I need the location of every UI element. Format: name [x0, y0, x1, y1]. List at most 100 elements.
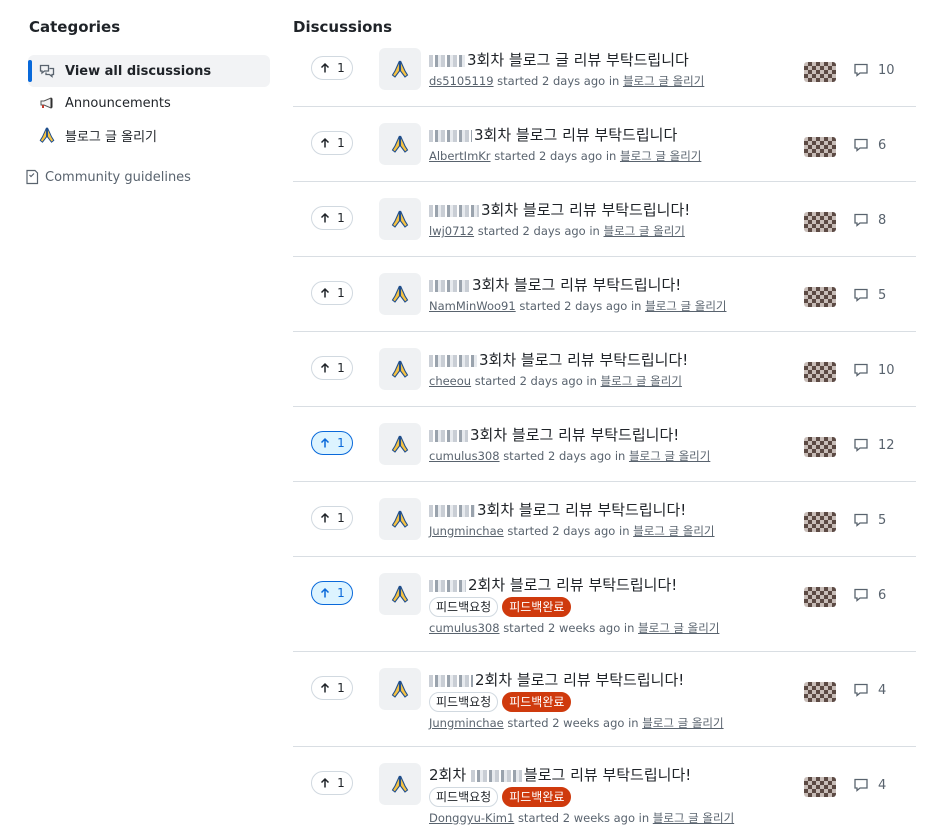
- community-guidelines-link[interactable]: Community guidelines: [24, 166, 191, 188]
- category-emoji: [379, 198, 421, 240]
- started-text: started: [494, 149, 536, 163]
- category-link[interactable]: 블로그 글 올리기: [642, 716, 723, 730]
- discussion-title-link[interactable]: 3회차 블로그 리뷰 부탁드립니다!: [429, 425, 789, 445]
- author-link[interactable]: ds5105119: [429, 74, 494, 88]
- discussion-row: 1 3회차 블로그 글 리뷰 부탁드립니다 ds5105119 started …: [293, 32, 916, 107]
- discussion-meta: Jungminchae started 2 weeks ago in 블로그 글…: [429, 714, 789, 732]
- arrow-up-icon: [321, 287, 330, 298]
- arrow-up-icon: [321, 62, 330, 73]
- comment-icon: [854, 363, 868, 377]
- upvote-button[interactable]: 1: [311, 281, 353, 305]
- discussion-title-link[interactable]: 3회차 블로그 리뷰 부탁드립니다!: [429, 500, 789, 520]
- sidebar-item-announcements[interactable]: Announcements: [28, 87, 270, 119]
- comment-count-link[interactable]: 10: [853, 62, 895, 78]
- comment-count-link[interactable]: 4: [853, 777, 886, 793]
- upvote-button[interactable]: 1: [311, 506, 353, 530]
- comment-count-link[interactable]: 8: [853, 212, 886, 228]
- sidebar-item-label: Announcements: [65, 95, 171, 111]
- vote-count: 1: [337, 436, 345, 450]
- discussion-title-link[interactable]: 3회차 블로그 리뷰 부탁드립니다!: [429, 200, 789, 220]
- comment-count-link[interactable]: 12: [853, 437, 895, 453]
- started-text: started: [503, 449, 545, 463]
- avatar[interactable]: [804, 777, 836, 797]
- category-link[interactable]: 블로그 글 올리기: [653, 811, 734, 825]
- upvote-button[interactable]: 1: [311, 431, 353, 455]
- label-badge[interactable]: 피드백요청: [429, 692, 499, 712]
- arrow-up-icon: [321, 212, 330, 223]
- title-text: 3회차 블로그 리뷰 부탁드립니다!: [481, 201, 691, 219]
- category-link[interactable]: 블로그 글 올리기: [645, 299, 726, 313]
- arrow-up-icon: [321, 137, 330, 148]
- upvote-button[interactable]: 1: [311, 676, 353, 700]
- author-link[interactable]: Donggyu-Kim1: [429, 811, 514, 825]
- label-badge[interactable]: 피드백완료: [502, 597, 572, 617]
- discussion-title-link[interactable]: 3회차 블로그 글 리뷰 부탁드립니다: [429, 50, 789, 70]
- started-text: started: [507, 716, 549, 730]
- folded-hands-emoji-icon: [391, 360, 409, 378]
- discussion-title-link[interactable]: 3회차 블로그 리뷰 부탁드립니다!: [429, 350, 789, 370]
- comment-count-link[interactable]: 6: [853, 137, 886, 153]
- label-badge[interactable]: 피드백요청: [429, 597, 499, 617]
- category-link[interactable]: 블로그 글 올리기: [604, 224, 685, 238]
- author-link[interactable]: cumulus308: [429, 449, 500, 463]
- avatar[interactable]: [804, 682, 836, 702]
- comment-count-link[interactable]: 6: [853, 587, 886, 603]
- author-link[interactable]: lwj0712: [429, 224, 474, 238]
- label-badge[interactable]: 피드백완료: [502, 692, 572, 712]
- in-text: in: [623, 621, 635, 635]
- category-link[interactable]: 블로그 글 올리기: [623, 74, 704, 88]
- avatar[interactable]: [804, 137, 836, 157]
- in-text: in: [638, 811, 650, 825]
- in-text: in: [605, 149, 617, 163]
- redacted-text: [429, 429, 468, 442]
- comment-count-link[interactable]: 5: [853, 512, 886, 528]
- discussion-row: 1 3회차 블로그 리뷰 부탁드립니다! cumulus308 started …: [293, 407, 916, 482]
- upvote-button[interactable]: 1: [311, 131, 353, 155]
- sidebar-item-view-all[interactable]: View all discussions: [28, 55, 270, 87]
- discussion-title-link[interactable]: 3회차 블로그 리뷰 부탁드립니다: [429, 125, 789, 145]
- comment-count-link[interactable]: 5: [853, 287, 886, 303]
- author-link[interactable]: cumulus308: [429, 621, 500, 635]
- discussion-title-link[interactable]: 2회차 블로그 리뷰 부탁드립니다!: [429, 670, 789, 690]
- sidebar-item-blog[interactable]: 블로그 글 올리기: [28, 119, 270, 151]
- avatar[interactable]: [804, 62, 836, 82]
- folded-hands-emoji-icon: [391, 60, 409, 78]
- category-link[interactable]: 블로그 글 올리기: [638, 621, 719, 635]
- discussion-content: 3회차 블로그 리뷰 부탁드립니다! Jungminchae started 2…: [429, 500, 789, 540]
- category-link[interactable]: 블로그 글 올리기: [620, 149, 701, 163]
- discussions-icon: [38, 62, 56, 80]
- label-badge[interactable]: 피드백요청: [429, 787, 499, 807]
- category-link[interactable]: 블로그 글 올리기: [601, 374, 682, 388]
- arrow-up-icon: [321, 362, 330, 373]
- author-link[interactable]: Jungminchae: [429, 716, 504, 730]
- avatar[interactable]: [804, 362, 836, 382]
- author-link[interactable]: Jungminchae: [429, 524, 504, 538]
- upvote-button[interactable]: 1: [311, 771, 353, 795]
- upvote-button[interactable]: 1: [311, 206, 353, 230]
- discussion-title-link[interactable]: 3회차 블로그 리뷰 부탁드립니다!: [429, 275, 789, 295]
- upvote-button[interactable]: 1: [311, 581, 353, 605]
- comment-count-link[interactable]: 10: [853, 362, 895, 378]
- avatar[interactable]: [804, 212, 836, 232]
- author-link[interactable]: AlbertImKr: [429, 149, 491, 163]
- avatar[interactable]: [804, 512, 836, 532]
- discussion-title-link[interactable]: 2회차 블로그 리뷰 부탁드립니다!: [429, 575, 789, 595]
- redacted-text: [429, 54, 465, 67]
- category-link[interactable]: 블로그 글 올리기: [629, 449, 710, 463]
- comment-count-link[interactable]: 4: [853, 682, 886, 698]
- arrow-up-icon: [321, 777, 330, 788]
- author-link[interactable]: NamMinWoo91: [429, 299, 516, 313]
- category-link[interactable]: 블로그 글 올리기: [633, 524, 714, 538]
- avatar[interactable]: [804, 437, 836, 457]
- upvote-button[interactable]: 1: [311, 356, 353, 380]
- label-badge[interactable]: 피드백완료: [502, 787, 572, 807]
- author-link[interactable]: cheeou: [429, 374, 471, 388]
- avatar[interactable]: [804, 287, 836, 307]
- upvote-button[interactable]: 1: [311, 56, 353, 80]
- discussion-title-link[interactable]: 2회차 블로그 리뷰 부탁드립니다!: [429, 765, 789, 785]
- vote-count: 1: [337, 776, 345, 790]
- comment-count: 4: [878, 682, 887, 698]
- discussion-content: 3회차 블로그 리뷰 부탁드립니다! cheeou started 2 days…: [429, 350, 789, 390]
- avatar[interactable]: [804, 587, 836, 607]
- discussion-meta: cheeou started 2 days ago in 블로그 글 올리기: [429, 372, 789, 390]
